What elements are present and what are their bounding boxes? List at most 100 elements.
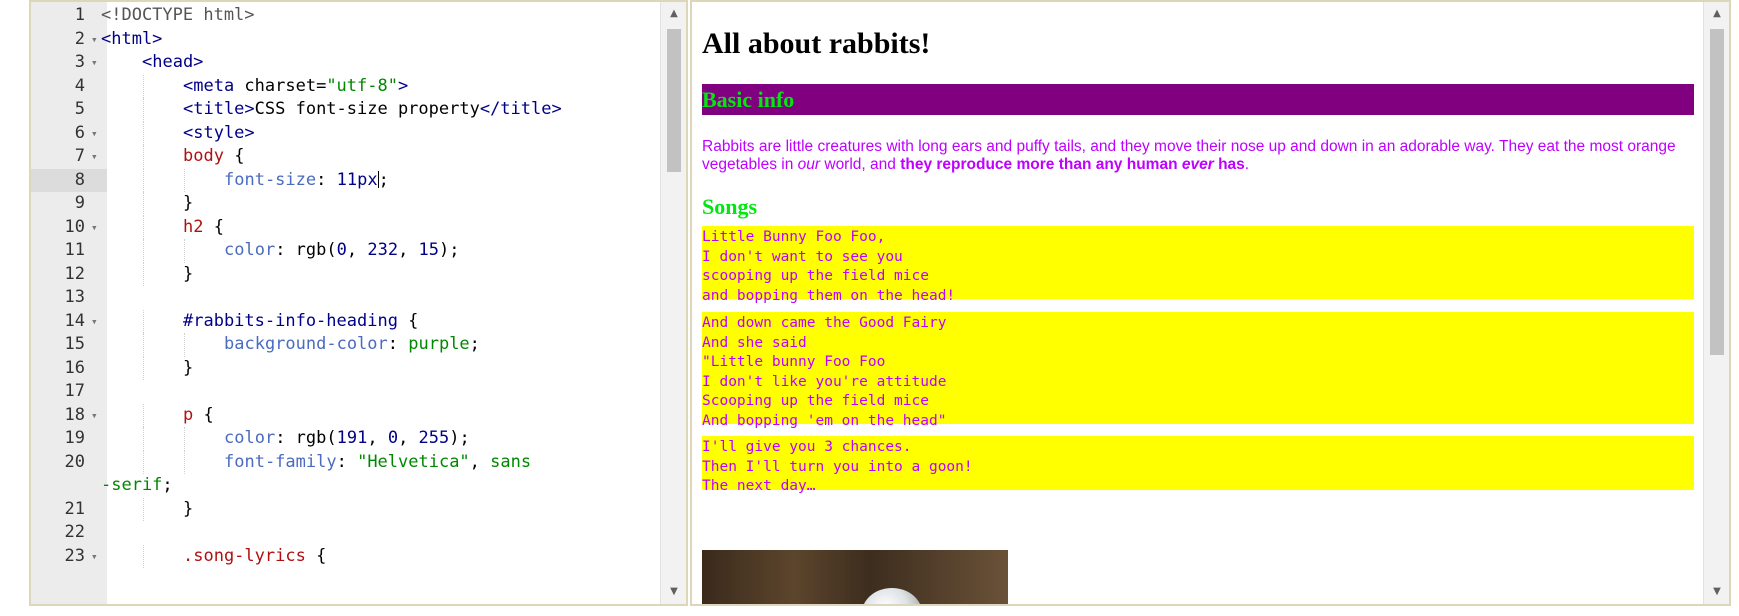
code-text[interactable]: <meta charset="utf-8">: [183, 75, 408, 99]
line-number-cell: 2 ▾: [31, 28, 107, 52]
songs-heading: Songs: [702, 194, 758, 219]
scroll-down-arrow-icon[interactable]: ▼: [1704, 582, 1729, 602]
code-token: "utf-8": [326, 75, 398, 96]
chevron-down-icon[interactable]: ▾: [91, 28, 98, 52]
para-bold: they reproduce more than any human ever …: [900, 156, 1245, 173]
indent-guide: [184, 450, 185, 474]
code-token: .song-lyrics: [183, 545, 306, 566]
code-line[interactable]: 10 ▾ h2 {: [31, 215, 658, 240]
code-token: ;: [162, 475, 173, 495]
line-number: 9: [74, 193, 85, 213]
chevron-down-icon[interactable]: ▾: [91, 404, 98, 428]
chevron-down-icon[interactable]: ▾: [91, 145, 98, 169]
code-line[interactable]: 6 ▾ <style>: [31, 121, 658, 146]
code-text[interactable]: font-size: 11px;: [224, 169, 389, 193]
scroll-down-arrow-icon[interactable]: ▼: [661, 582, 686, 602]
code-line[interactable]: 9}: [31, 192, 658, 216]
code-token: <title>: [183, 99, 255, 119]
code-line[interactable]: 7 ▾ body {: [31, 145, 658, 169]
code-text[interactable]: p {: [183, 404, 214, 428]
line-number: 3: [74, 52, 85, 72]
code-line[interactable]: 21}: [31, 497, 658, 522]
code-token: <style>: [183, 122, 255, 143]
code-text[interactable]: #rabbits-info-heading {: [183, 310, 418, 334]
code-line[interactable]: 22: [31, 521, 658, 545]
code-line[interactable]: 2 ▾ <html>: [31, 28, 658, 52]
code-token: );: [449, 428, 470, 448]
code-line[interactable]: 12}: [31, 262, 658, 287]
code-token: ,: [398, 240, 419, 260]
code-line[interactable]: 4 <meta charset="utf-8">: [31, 74, 658, 99]
editor-scroll-thumb[interactable]: [667, 29, 681, 172]
line-number-cell: 16: [31, 357, 107, 381]
code-text[interactable]: <html>: [101, 28, 162, 52]
indent-guide: [143, 403, 144, 427]
code-text[interactable]: }: [183, 498, 193, 522]
code-area[interactable]: 1 <!DOCTYPE html> 2 ▾ <html> 3 ▾ <head> 4 <meta c…: [31, 2, 658, 604]
code-line[interactable]: 23 ▾ .song-lyrics {: [31, 544, 658, 569]
code-token: background-color: [224, 334, 388, 354]
line-number-cell: 22: [31, 521, 107, 545]
editor-scrollbar[interactable]: ▲ ▼: [660, 2, 686, 604]
code-line[interactable]: 19 color: rgb(191, 0, 255);: [31, 427, 658, 451]
scroll-up-arrow-icon[interactable]: ▲: [661, 4, 686, 24]
code-text[interactable]: }: [183, 357, 193, 381]
code-token: {: [305, 545, 327, 566]
code-token: color: [224, 240, 276, 260]
code-token: ;: [378, 169, 389, 190]
code-token: p: [183, 404, 194, 425]
code-token: body: [183, 146, 224, 166]
code-text[interactable]: }: [183, 192, 193, 216]
code-line[interactable]: 1 <!DOCTYPE html>: [31, 4, 658, 28]
code-line[interactable]: 11 color: rgb(0, 232, 15);: [31, 239, 658, 263]
code-line[interactable]: 17: [31, 380, 658, 404]
code-token: CSS font-size property: [254, 99, 480, 119]
code-line[interactable]: 20 font-family: "Helvetica", sans: [31, 450, 658, 475]
code-token: #rabbits-info-heading: [183, 310, 398, 331]
song-lyrics-block: Little Bunny Foo Foo, I don't want to se…: [702, 226, 1694, 304]
line-number: 22: [64, 522, 85, 542]
code-text[interactable]: .song-lyrics {: [183, 545, 326, 569]
code-text[interactable]: <!DOCTYPE html>: [101, 4, 255, 28]
code-line[interactable]: 13: [31, 286, 658, 310]
preview-scroll-thumb[interactable]: [1710, 29, 1724, 355]
line-number: 17: [64, 381, 85, 401]
line-number-cell: 11: [31, 239, 107, 263]
code-text[interactable]: -serif;: [101, 474, 173, 498]
chevron-down-icon[interactable]: ▾: [91, 545, 98, 569]
code-editor[interactable]: 1 <!DOCTYPE html> 2 ▾ <html> 3 ▾ <head> 4 <meta c…: [29, 0, 688, 606]
code-text[interactable]: font-family: "Helvetica", sans: [224, 451, 531, 475]
code-line[interactable]: 5 <title>CSS font-size property</title>: [31, 98, 658, 122]
chevron-down-icon[interactable]: ▾: [91, 122, 98, 146]
indent-guide: [184, 333, 185, 357]
code-text[interactable]: <title>CSS font-size property</title>: [183, 98, 562, 122]
code-line[interactable]: 16}: [31, 356, 658, 381]
code-text[interactable]: color: rgb(191, 0, 255);: [224, 427, 470, 451]
code-line[interactable]: 18 ▾ p {: [31, 403, 658, 428]
chevron-down-icon[interactable]: ▾: [91, 310, 98, 334]
code-token: ;: [469, 334, 480, 354]
code-text[interactable]: background-color: purple;: [224, 333, 480, 357]
line-number: 18: [64, 404, 85, 425]
line-number: 8: [74, 169, 85, 190]
code-line[interactable]: 3 ▾ <head>: [31, 51, 658, 75]
code-line[interactable]: -serif;: [31, 474, 658, 498]
code-token: <html>: [101, 28, 163, 49]
code-text[interactable]: <head>: [142, 51, 203, 75]
code-text[interactable]: }: [183, 263, 193, 287]
chevron-down-icon[interactable]: ▾: [91, 216, 98, 240]
line-number: 4: [74, 75, 85, 96]
code-text[interactable]: <style>: [183, 122, 255, 146]
code-line[interactable]: 15 background-color: purple;: [31, 333, 658, 357]
code-token: 255: [418, 428, 450, 448]
code-line[interactable]: 14 ▾ #rabbits-info-heading {: [31, 309, 658, 334]
code-text[interactable]: body {: [183, 145, 244, 169]
code-text[interactable]: h2 {: [183, 216, 224, 240]
code-text[interactable]: color: rgb(0, 232, 15);: [224, 239, 460, 263]
scroll-up-arrow-icon[interactable]: ▲: [1704, 4, 1729, 24]
preview-scrollbar[interactable]: ▲ ▼: [1703, 2, 1729, 604]
preview-pane: All about rabbits! Basic info Rabbits ar…: [690, 0, 1731, 606]
chevron-down-icon[interactable]: ▾: [91, 51, 98, 75]
line-number-cell: 5: [31, 98, 107, 122]
code-line[interactable]: 8 font-size: 11px;: [31, 168, 658, 193]
